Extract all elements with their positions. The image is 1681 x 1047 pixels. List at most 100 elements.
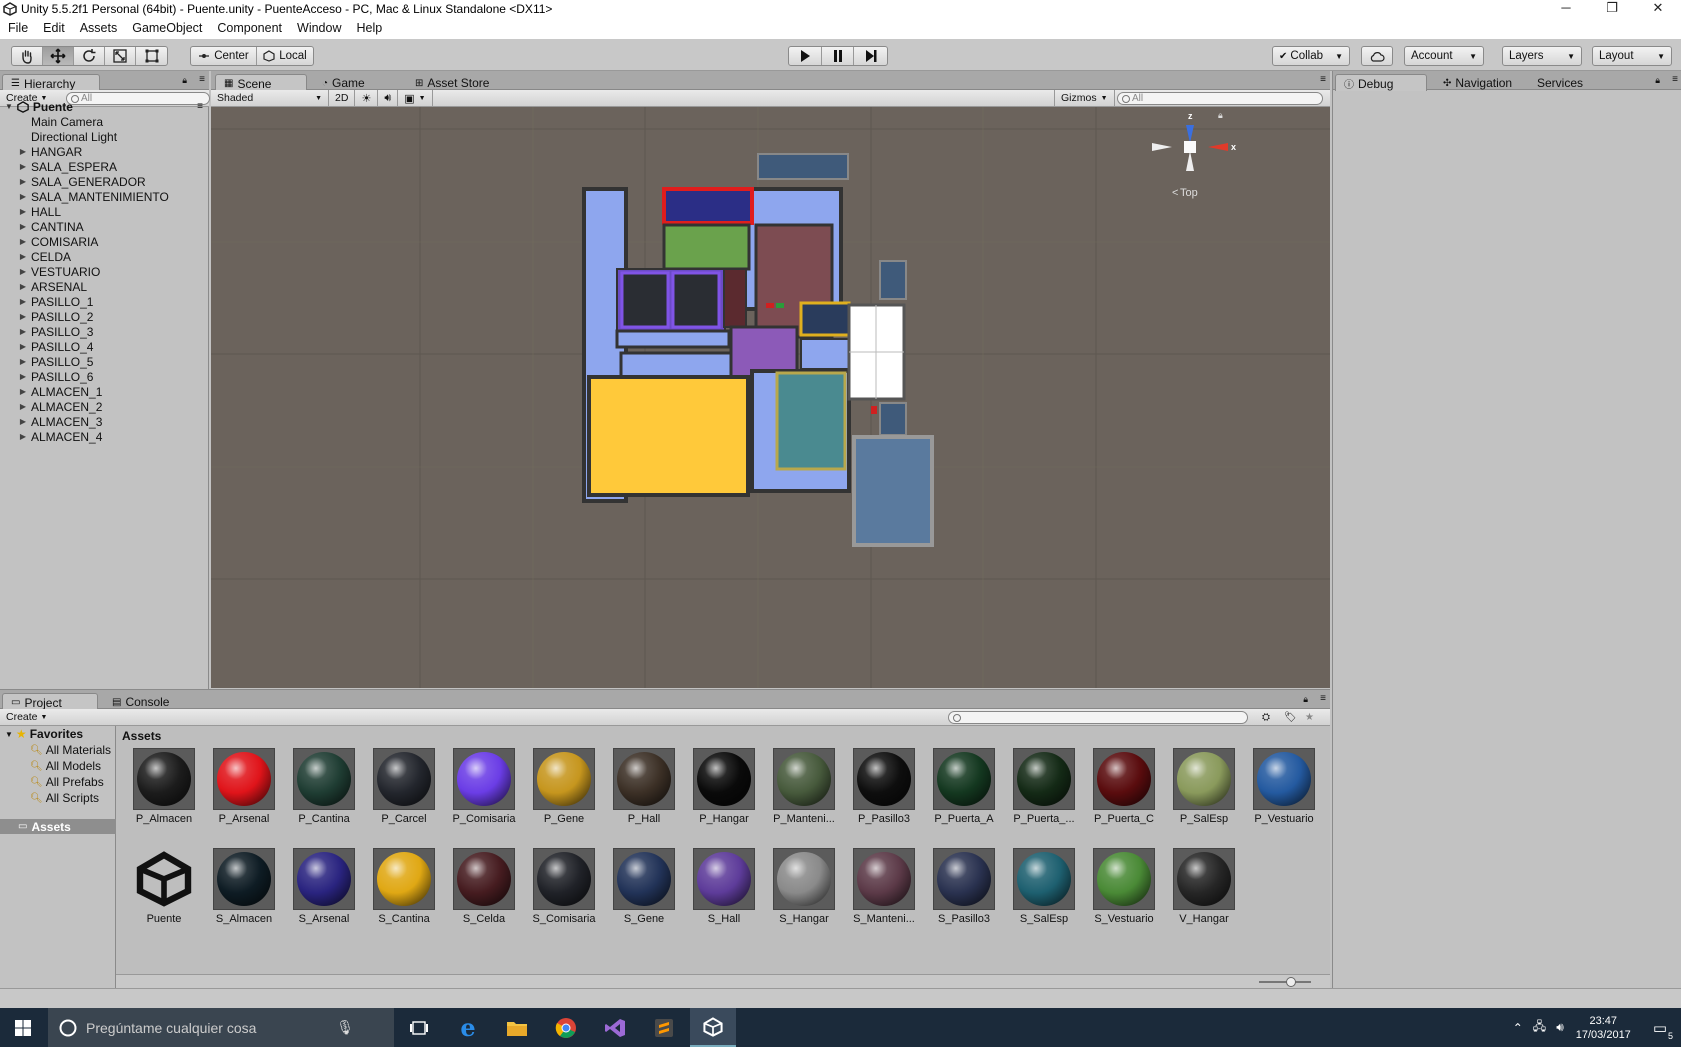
action-center-button[interactable]: ▭ 5 [1653, 1019, 1673, 1041]
scene-search-input[interactable]: All [1117, 92, 1323, 105]
hierarchy-item[interactable]: ▶ PASILLO_4 [0, 339, 209, 354]
room-arsenal[interactable] [662, 187, 754, 225]
asset-item[interactable]: P_SalEsp [1164, 748, 1244, 825]
asset-item[interactable]: S_Almacen [204, 848, 284, 925]
network-icon[interactable]: 🖧︎ [1533, 1017, 1546, 1038]
room-celda-b[interactable] [671, 271, 721, 329]
room-generador[interactable] [587, 375, 750, 497]
edge-browser-button[interactable]: e [445, 1008, 491, 1047]
asset-item[interactable]: P_Arsenal [204, 748, 284, 825]
pivot-local-button[interactable]: Local [257, 47, 313, 65]
expand-arrow-icon[interactable]: ▼ [5, 730, 13, 739]
room-almacen-small-bottom[interactable] [879, 402, 907, 436]
collab-dropdown[interactable]: ✔ Collab ▼ [1272, 46, 1350, 66]
move-tool-button[interactable] [43, 47, 74, 65]
sublime-button[interactable] [641, 1008, 687, 1047]
visual-studio-button[interactable] [592, 1008, 638, 1047]
asset-item[interactable]: S_Celda [444, 848, 524, 925]
pane-menu-icon[interactable]: ≡ [1320, 693, 1326, 704]
menu-component[interactable]: Component [217, 21, 282, 35]
asset-item[interactable]: P_Puerta_... [1004, 748, 1084, 825]
asset-item[interactable]: S_Cantina [364, 848, 444, 925]
asset-item[interactable]: S_Hall [684, 848, 764, 925]
asset-item[interactable]: S_Comisaria [524, 848, 604, 925]
menu-assets[interactable]: Assets [80, 21, 118, 35]
hierarchy-item[interactable]: ▶ ALMACEN_4 [0, 429, 209, 444]
asset-item[interactable]: P_Almacen [124, 748, 204, 825]
expand-arrow-icon[interactable]: ▶ [17, 162, 29, 171]
expand-arrow-icon[interactable]: ▶ [17, 357, 29, 366]
lock-icon[interactable]: 🔒︎ [1303, 694, 1308, 705]
asset-item[interactable]: S_SalEsp [1004, 848, 1084, 925]
cortana-search[interactable]: Pregúntame cualquier cosa 🎙︎ [48, 1008, 394, 1047]
pane-menu-icon[interactable]: ≡ [1672, 74, 1678, 85]
filter-by-type-icon[interactable]: ⛭ [1262, 712, 1270, 723]
corridor-right[interactable] [800, 338, 850, 370]
start-button[interactable] [0, 1008, 46, 1047]
hierarchy-item[interactable]: Directional Light [0, 129, 209, 144]
tab-project[interactable]: ▭ Project [2, 693, 98, 710]
layout-dropdown[interactable]: Layout ▼ [1592, 46, 1672, 66]
expand-arrow-icon[interactable]: ▶ [17, 372, 29, 381]
expand-arrow-icon[interactable]: ▶ [17, 312, 29, 321]
asset-item[interactable]: S_Hangar [764, 848, 844, 925]
room-cantina[interactable] [662, 223, 751, 271]
asset-item[interactable]: P_Hall [604, 748, 684, 825]
scale-tool-button[interactable] [105, 47, 136, 65]
corridor-mid[interactable] [615, 329, 731, 349]
asset-item[interactable]: P_Gene [524, 748, 604, 825]
room-celda-a[interactable] [620, 271, 670, 329]
hierarchy-item[interactable]: ▶ ALMACEN_1 [0, 384, 209, 399]
hierarchy-item[interactable]: ▶ PASILLO_1 [0, 294, 209, 309]
asset-item[interactable]: S_Vestuario [1084, 848, 1164, 925]
asset-item[interactable]: P_Cantina [284, 748, 364, 825]
hierarchy-item[interactable]: ▶ PASILLO_5 [0, 354, 209, 369]
file-explorer-button[interactable] [494, 1008, 540, 1047]
room-vestuario[interactable] [775, 371, 847, 471]
hierarchy-item[interactable]: ▶ COMISARIA [0, 234, 209, 249]
room-puerta-c[interactable] [723, 268, 747, 328]
pane-menu-icon[interactable]: ≡ [1320, 74, 1326, 85]
minimize-button[interactable]: ─ [1543, 0, 1589, 17]
pane-menu-icon[interactable]: ≡ [199, 74, 205, 85]
expand-arrow-icon[interactable]: ▶ [17, 252, 29, 261]
rotate-tool-button[interactable] [74, 47, 105, 65]
lock-icon[interactable]: 🔒︎ [1655, 75, 1660, 86]
gizmo-x-axis-icon[interactable] [1208, 143, 1228, 151]
clock[interactable]: 23:47 17/03/2017 [1576, 1014, 1631, 1042]
tab-game[interactable]: ◔ Game [314, 74, 388, 91]
expand-arrow-icon[interactable]: ▶ [17, 387, 29, 396]
tab-console[interactable]: ▤ Console [104, 693, 184, 710]
step-button[interactable] [854, 47, 887, 65]
asset-item[interactable]: Puente [124, 848, 204, 925]
tab-services[interactable]: Services [1529, 74, 1599, 91]
asset-item[interactable]: P_Carcel [364, 748, 444, 825]
menu-help[interactable]: Help [356, 21, 382, 35]
rect-tool-button[interactable] [136, 47, 167, 65]
hierarchy-item[interactable]: ▶ PASILLO_6 [0, 369, 209, 384]
filter-by-label-icon[interactable]: 🏷︎ [1284, 712, 1297, 723]
hierarchy-item[interactable]: ▶ SALA_ESPERA [0, 159, 209, 174]
tab-debug[interactable]: ⓘ Debug [1335, 74, 1427, 91]
pause-button[interactable] [822, 47, 854, 65]
hierarchy-item[interactable]: ▶ ARSENAL [0, 279, 209, 294]
pivot-center-button[interactable]: Center [191, 47, 257, 65]
asset-item[interactable]: S_Pasillo3 [924, 848, 1004, 925]
zoom-slider-track[interactable] [1259, 981, 1311, 983]
hierarchy-item[interactable]: ▶ CELDA [0, 249, 209, 264]
tab-hierarchy[interactable]: ☰ Hierarchy [2, 74, 100, 91]
hierarchy-item[interactable]: ▶ ALMACEN_2 [0, 399, 209, 414]
zoom-slider-thumb[interactable] [1286, 977, 1296, 987]
expand-arrow-icon[interactable]: ▶ [17, 417, 29, 426]
gizmo-neg-x-icon[interactable] [1152, 143, 1172, 151]
hierarchy-item[interactable]: ▶ ALMACEN_3 [0, 414, 209, 429]
asset-item[interactable]: P_Comisaria [444, 748, 524, 825]
gizmos-dropdown[interactable]: Gizmos ▼ [1054, 90, 1115, 106]
expand-arrow-icon[interactable]: ▶ [17, 192, 29, 201]
microphone-icon[interactable]: 🎙︎ [336, 1019, 354, 1036]
chevron-up-icon[interactable]: ⌃ [1513, 1021, 1523, 1035]
favorite-item[interactable]: 🔍︎ All Models [0, 758, 115, 774]
tab-asset-store[interactable]: ⊞ Asset Store [407, 74, 517, 91]
hierarchy-item[interactable]: ▶ VESTUARIO [0, 264, 209, 279]
task-view-button[interactable] [396, 1008, 442, 1047]
